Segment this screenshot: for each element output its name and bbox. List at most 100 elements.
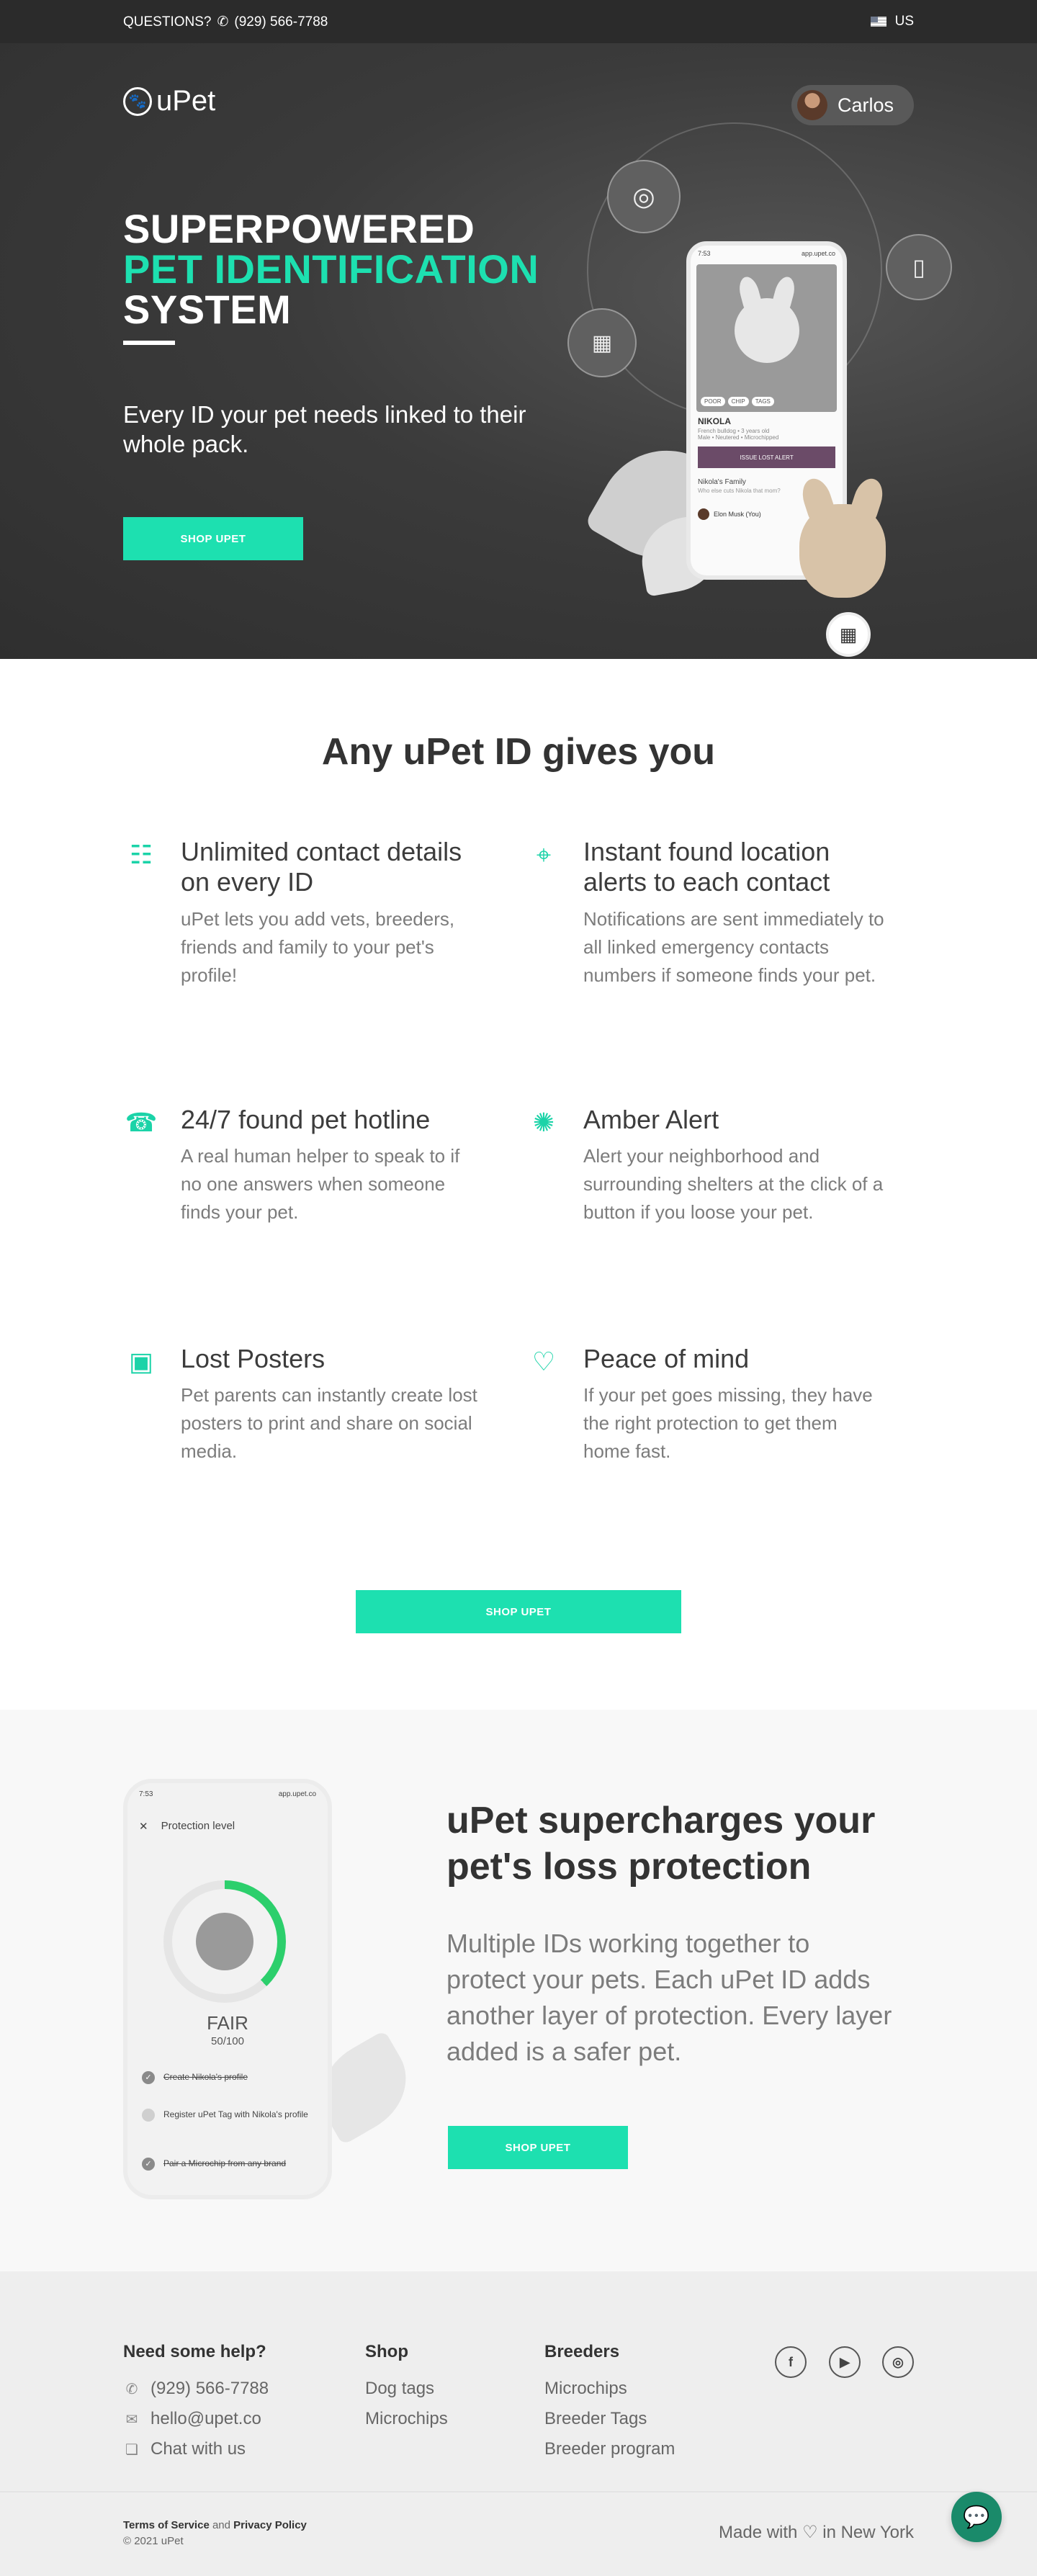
- hero-shop-button[interactable]: SHOP UPET: [123, 517, 303, 560]
- footer-chat-text: Chat with us: [151, 2439, 246, 2459]
- hotline-agent-icon: ☎: [125, 1108, 158, 1137]
- feature-text: If your pet goes missing, they have the …: [583, 1384, 873, 1462]
- feature-title: Instant found location alerts to each co…: [583, 837, 830, 897]
- footer-email[interactable]: ✉ hello@upet.co: [123, 2404, 269, 2434]
- footer-link-dog-tags[interactable]: Dog tags: [365, 2374, 448, 2404]
- footer-link-breeder-tags[interactable]: Breeder Tags: [544, 2404, 675, 2434]
- protection-header: ✕ Protection level: [127, 1805, 328, 1840]
- hero-section: 🐾 uPet Carlos SUPERPOWERED PET IDENTIFIC…: [0, 43, 1037, 659]
- instagram-icon[interactable]: ◎: [882, 2346, 914, 2378]
- task-item: Register uPet Tag with Nikola's profile: [142, 2109, 315, 2122]
- features-shop-button[interactable]: SHOP UPET: [356, 1590, 681, 1633]
- footer-link-breeder-program[interactable]: Breeder program: [544, 2434, 675, 2464]
- user-name: Carlos: [838, 94, 894, 116]
- phone-icon: ✆: [125, 2381, 138, 2397]
- mail-icon: ✉: [125, 2411, 138, 2428]
- footer-breeders-title: Breeders: [544, 2342, 620, 2361]
- hero-title-line2: PET IDENTIFICATION: [123, 246, 539, 292]
- youtube-icon[interactable]: ▶: [829, 2346, 861, 2378]
- check-icon: ✓: [142, 2071, 155, 2084]
- phone-url: app.upet.co: [801, 250, 835, 257]
- title-underline: [123, 341, 175, 345]
- member-avatar: [698, 508, 709, 520]
- task-item: ✓ Create Nikola's profile: [142, 2071, 315, 2084]
- dog-avatar: [196, 1913, 253, 1970]
- protection-section: 7:53 app.upet.co ✕ Protection level FAIR…: [0, 1710, 1037, 2271]
- footer-phone-text: (929) 566-7788: [151, 2379, 269, 2398]
- feature-text: Notifications are sent immediately to al…: [583, 908, 884, 986]
- task-text: Pair a Microchip from any brand: [163, 2158, 287, 2168]
- footer-phone[interactable]: ✆ (929) 566-7788: [123, 2374, 269, 2404]
- chip-chip: CHIP: [727, 397, 749, 406]
- us-flag-icon: [870, 17, 886, 27]
- country-selector[interactable]: US: [870, 14, 914, 30]
- protection-phone-mockup: 7:53 app.upet.co ✕ Protection level FAIR…: [123, 1779, 332, 2199]
- protection-gauge: [163, 1880, 286, 2003]
- phone-url: app.upet.co: [278, 1790, 316, 1798]
- footer: Need some help? ✆ (929) 566-7788 ✉ hello…: [0, 2271, 1037, 2576]
- privacy-link[interactable]: Privacy Policy: [233, 2519, 307, 2531]
- feature-text: Pet parents can instantly create lost po…: [181, 1384, 477, 1462]
- fingerprint-icon: ◎: [607, 160, 681, 233]
- task-text: Register uPet Tag with Nikola's profile: [163, 2109, 308, 2119]
- user-menu[interactable]: Carlos: [791, 85, 914, 125]
- alarm-light-icon: ✺: [532, 1108, 555, 1137]
- phone-status-bar: 7:53 app.upet.co: [127, 1783, 328, 1805]
- footer-chat[interactable]: ❏ Chat with us: [123, 2434, 269, 2464]
- feature-text: uPet lets you add vets, breeders, friend…: [181, 908, 455, 986]
- id-chips: POOR CHIP TAGS: [701, 397, 774, 406]
- paw-icon: 🐾: [123, 86, 152, 116]
- footer-link-breeder-microchips[interactable]: Microchips: [544, 2374, 675, 2404]
- smartphone-icon: ▯: [886, 234, 952, 300]
- check-icon: ✓: [142, 2158, 155, 2171]
- hero-title: SUPERPOWERED PET IDENTIFICATION SYSTEM: [123, 209, 539, 330]
- poster-icon: ▣: [128, 1347, 153, 1376]
- footer-breeders: Breeders Microchips Breeder Tags Breeder…: [544, 2342, 675, 2464]
- pet-details-2: Male • Neutered • Microchipped: [698, 434, 779, 441]
- legal-links: Terms of Service and Privacy Policy © 20…: [123, 2518, 307, 2549]
- footer-email-text: hello@upet.co: [151, 2409, 261, 2428]
- logo[interactable]: 🐾 uPet: [123, 85, 215, 117]
- top-bar: QUESTIONS? ✆ (929) 566-7788 US: [0, 0, 1037, 43]
- empty-circle-icon: [142, 2109, 155, 2122]
- topbar-phone[interactable]: (929) 566-7788: [234, 14, 328, 30]
- features-title: Any uPet ID gives you: [321, 731, 716, 773]
- footer-divider: [0, 2491, 1037, 2492]
- chip-tags: TAGS: [751, 397, 774, 406]
- footer-shop-title: Shop: [365, 2342, 408, 2361]
- chat-icon: ❏: [125, 2441, 138, 2458]
- location-pin-icon: ⌖: [536, 840, 552, 869]
- copyright: © 2021 uPet: [123, 2535, 184, 2547]
- hero-title-line3: SYSTEM: [123, 287, 292, 332]
- feature-title: 24/7 found pet hotline: [181, 1105, 431, 1134]
- pet-name: NIKOLA: [698, 416, 731, 426]
- task-text: Create Nikola's profile: [163, 2072, 248, 2082]
- close-icon: ✕: [139, 1821, 148, 1833]
- questions-phone[interactable]: QUESTIONS? ✆ (929) 566-7788: [123, 14, 328, 30]
- chat-button[interactable]: 💬: [951, 2492, 1002, 2542]
- footer-shop: Shop Dog tags Microchips: [365, 2342, 448, 2434]
- feature-title: Peace of mind: [583, 1344, 750, 1373]
- dog-illustration: [734, 298, 799, 364]
- questions-label: QUESTIONS?: [123, 14, 212, 30]
- country-label: US: [894, 14, 914, 29]
- protection-text: Multiple IDs working together to protect…: [446, 1929, 892, 2066]
- feature-title: Unlimited contact details on every ID: [181, 837, 462, 897]
- qr-code-icon: ▦: [567, 308, 637, 377]
- facebook-icon[interactable]: f: [775, 2346, 807, 2378]
- member-name: Elon Musk (You): [714, 511, 761, 518]
- phone-time: 7:53: [139, 1790, 153, 1798]
- chat-bubble-icon: 💬: [963, 2505, 990, 2529]
- footer-link-microchips[interactable]: Microchips: [365, 2404, 448, 2434]
- french-bulldog-illustration: [799, 504, 886, 598]
- terms-link[interactable]: Terms of Service: [123, 2519, 210, 2531]
- chip-poor: POOR: [701, 397, 725, 406]
- hero-subtitle: Every ID your pet needs linked to their …: [123, 401, 526, 457]
- pet-details-1: French bulldog • 3 years old: [698, 428, 770, 434]
- protection-title: uPet supercharges your pet's loss protec…: [446, 1800, 876, 1888]
- logo-text: uPet: [156, 85, 216, 117]
- avatar: [797, 90, 827, 120]
- pet-photo: POOR CHIP TAGS: [696, 264, 837, 412]
- protection-shop-button[interactable]: SHOP UPET: [448, 2126, 628, 2169]
- phone-icon: ✆: [217, 14, 229, 30]
